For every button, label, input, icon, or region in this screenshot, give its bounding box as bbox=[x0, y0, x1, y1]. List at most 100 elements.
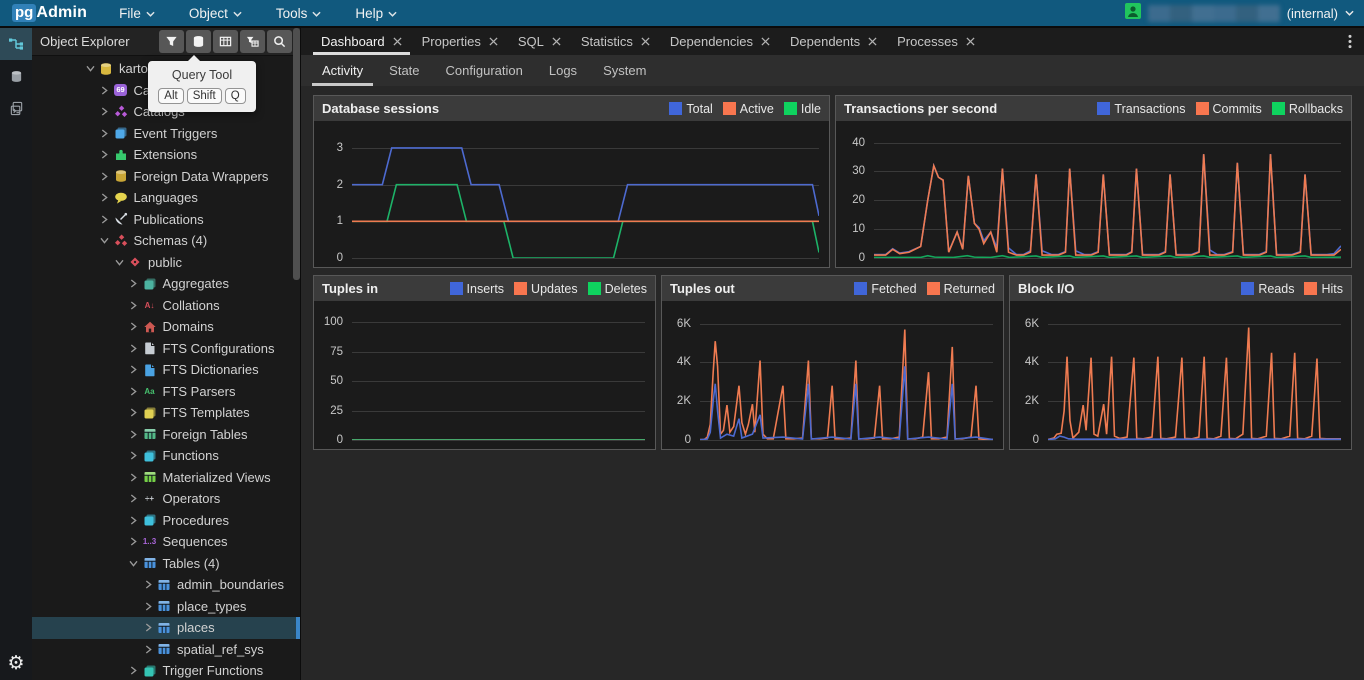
tree-item-fts-configurations[interactable]: FTS Configurations bbox=[32, 338, 300, 360]
tree-item-operators[interactable]: ÷+Operators bbox=[32, 488, 300, 510]
chart-lines bbox=[1048, 314, 1341, 440]
tree-item-languages[interactable]: Languages bbox=[32, 187, 300, 209]
close-icon[interactable] bbox=[489, 37, 498, 46]
chevron-down-icon[interactable] bbox=[111, 259, 127, 266]
chevron-right-icon[interactable] bbox=[126, 408, 142, 417]
chevron-right-icon[interactable] bbox=[126, 666, 142, 675]
tree-scrollbar-thumb[interactable] bbox=[293, 28, 300, 280]
gridline bbox=[700, 440, 993, 441]
chevron-right-icon[interactable] bbox=[126, 322, 142, 331]
chevron-down-icon[interactable] bbox=[97, 237, 113, 244]
tree-item-domains[interactable]: Domains bbox=[32, 316, 300, 338]
tree-item-label: public bbox=[148, 255, 182, 270]
chevron-right-icon[interactable] bbox=[97, 150, 113, 159]
tree-item-foreign-tables[interactable]: Foreign Tables bbox=[32, 424, 300, 446]
chevron-right-icon[interactable] bbox=[126, 387, 142, 396]
chevron-right-icon[interactable] bbox=[97, 129, 113, 138]
menu-help[interactable]: Help bbox=[349, 6, 403, 21]
tree-item-public[interactable]: public bbox=[32, 252, 300, 274]
tree-item-fts-parsers[interactable]: AaFTS Parsers bbox=[32, 381, 300, 403]
menu-tools[interactable]: Tools bbox=[270, 6, 328, 21]
tree-item-functions[interactable]: Functions bbox=[32, 445, 300, 467]
tab-sql[interactable]: SQL bbox=[508, 28, 571, 55]
close-icon[interactable] bbox=[966, 37, 975, 46]
chevron-right-icon[interactable] bbox=[140, 602, 156, 611]
chevron-right-icon[interactable] bbox=[126, 473, 142, 482]
chevron-right-icon[interactable] bbox=[97, 86, 113, 95]
user-menu[interactable]: (internal) bbox=[1125, 3, 1354, 24]
chevron-right-icon[interactable] bbox=[126, 301, 142, 310]
tree-item-aggregates[interactable]: Aggregates bbox=[32, 273, 300, 295]
filtered-rows-button[interactable] bbox=[240, 30, 265, 53]
chevron-right-icon[interactable] bbox=[97, 193, 113, 202]
subtab-logs[interactable]: Logs bbox=[536, 55, 590, 86]
chevron-right-icon[interactable] bbox=[126, 537, 142, 546]
chevron-right-icon[interactable] bbox=[140, 623, 156, 632]
subtab-activity[interactable]: Activity bbox=[309, 55, 376, 86]
chevron-right-icon[interactable] bbox=[97, 172, 113, 181]
tree-item-foreign-data-wrappers[interactable]: Foreign Data Wrappers bbox=[32, 166, 300, 188]
y-tick-label: 1 bbox=[337, 215, 343, 227]
chevron-right-icon[interactable] bbox=[140, 580, 156, 589]
search-button[interactable] bbox=[267, 30, 292, 53]
series-commits bbox=[874, 154, 1341, 255]
tab-statistics[interactable]: Statistics bbox=[571, 28, 660, 55]
tab-overflow-menu-icon[interactable] bbox=[1336, 28, 1364, 55]
view-data-button[interactable] bbox=[213, 30, 238, 53]
tree-item-place-types[interactable]: place_types bbox=[32, 596, 300, 618]
query-tool-tooltip: Query Tool AltShiftQ bbox=[148, 61, 256, 112]
chevron-down-icon[interactable] bbox=[126, 560, 142, 567]
settings-gear-icon[interactable]: ⚙ bbox=[7, 652, 24, 674]
tree-item-procedures[interactable]: Procedures bbox=[32, 510, 300, 532]
tree-item-collations[interactable]: A↓Collations bbox=[32, 295, 300, 317]
close-icon[interactable] bbox=[868, 37, 877, 46]
close-icon[interactable] bbox=[393, 37, 402, 46]
tab-dependents[interactable]: Dependents bbox=[780, 28, 887, 55]
tab-properties[interactable]: Properties bbox=[412, 28, 508, 55]
chevron-right-icon[interactable] bbox=[126, 279, 142, 288]
rail-object-explorer-button[interactable] bbox=[0, 28, 32, 60]
tree-item-event-triggers[interactable]: Event Triggers bbox=[32, 123, 300, 145]
tree-item-fts-templates[interactable]: FTS Templates bbox=[32, 402, 300, 424]
close-icon[interactable] bbox=[641, 37, 650, 46]
tree-item-publications[interactable]: Publications bbox=[32, 209, 300, 231]
legend-label: Inserts bbox=[467, 282, 505, 296]
subtab-configuration[interactable]: Configuration bbox=[433, 55, 536, 86]
tree-item-trigger-functions[interactable]: Trigger Functions bbox=[32, 660, 300, 680]
query-tool-button[interactable] bbox=[186, 30, 211, 53]
chevron-right-icon[interactable] bbox=[126, 494, 142, 503]
chevron-right-icon[interactable] bbox=[97, 215, 113, 224]
chevron-right-icon[interactable] bbox=[126, 365, 142, 374]
tab-dashboard[interactable]: Dashboard bbox=[311, 28, 412, 55]
subtab-state[interactable]: State bbox=[376, 55, 432, 86]
rail-query-tool-button[interactable] bbox=[0, 60, 32, 92]
tree-item-sequences[interactable]: 1..3Sequences bbox=[32, 531, 300, 553]
panel-title: Database sessions bbox=[322, 101, 659, 116]
tree-item-places[interactable]: places bbox=[32, 617, 300, 639]
tree-item-fts-dictionaries[interactable]: FTS Dictionaries bbox=[32, 359, 300, 381]
chevron-right-icon[interactable] bbox=[140, 645, 156, 654]
tree-item-admin-boundaries[interactable]: admin_boundaries bbox=[32, 574, 300, 596]
tab-dependencies[interactable]: Dependencies bbox=[660, 28, 780, 55]
tree-item-schemas-4[interactable]: Schemas (4) bbox=[32, 230, 300, 252]
filter-button[interactable] bbox=[159, 30, 184, 53]
chevron-right-icon[interactable] bbox=[126, 451, 142, 460]
chevron-right-icon[interactable] bbox=[126, 516, 142, 525]
chevron-right-icon[interactable] bbox=[126, 430, 142, 439]
close-icon[interactable] bbox=[761, 37, 770, 46]
menu-file[interactable]: File bbox=[113, 6, 161, 21]
tree-item-spatial-ref-sys[interactable]: spatial_ref_sys bbox=[32, 639, 300, 661]
close-icon[interactable] bbox=[552, 37, 561, 46]
chevron-down-icon[interactable] bbox=[82, 65, 98, 72]
rail-psql-tool-button[interactable] bbox=[0, 92, 32, 124]
tree-item-tables-4[interactable]: Tables (4) bbox=[32, 553, 300, 575]
menu-object[interactable]: Object bbox=[183, 6, 248, 21]
tree-item-extensions[interactable]: Extensions bbox=[32, 144, 300, 166]
chevron-right-icon[interactable] bbox=[97, 107, 113, 116]
subtab-system[interactable]: System bbox=[590, 55, 659, 86]
tree-item-materialized-views[interactable]: Materialized Views bbox=[32, 467, 300, 489]
tab-processes[interactable]: Processes bbox=[887, 28, 985, 55]
tree-scrollbar[interactable] bbox=[293, 28, 300, 680]
menu-label: Help bbox=[355, 6, 383, 21]
chevron-right-icon[interactable] bbox=[126, 344, 142, 353]
